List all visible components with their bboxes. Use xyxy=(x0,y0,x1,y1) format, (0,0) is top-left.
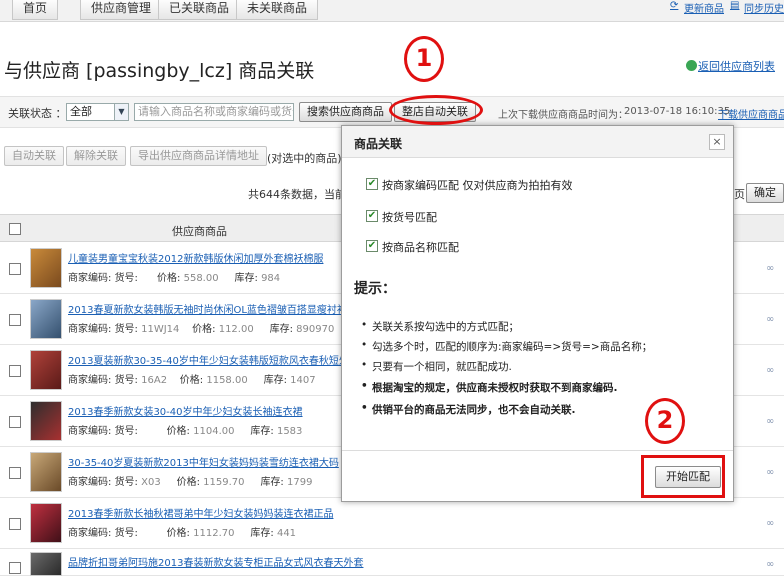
last-download-label: 上次下载供应商商品时间为： xyxy=(498,110,628,121)
status-label: 关联状态 ： xyxy=(8,107,67,120)
page-suffix: 页 xyxy=(734,188,745,201)
select-all-checkbox[interactable] xyxy=(9,223,21,235)
selected-note: (对选中的商品) xyxy=(267,152,342,165)
annotation-oval xyxy=(389,95,483,125)
link-icon[interactable]: ∞ xyxy=(766,559,774,570)
product-title-link[interactable]: 品牌折扣哥弟阿玛施2013春装新款女装专柜正品女式风衣春天外套 xyxy=(68,554,363,569)
row-checkbox[interactable] xyxy=(9,263,21,275)
product-thumbnail[interactable] xyxy=(30,503,62,543)
product-thumbnail[interactable] xyxy=(30,299,62,339)
row-checkbox[interactable] xyxy=(9,365,21,377)
row-checkbox[interactable] xyxy=(9,467,21,479)
tip-item: 根据淘宝的规定，供应商未授权时获取不到商家编码. xyxy=(361,380,617,395)
product-meta: 商家编码: 货号: 价格: 1112.70 库存: 441 xyxy=(68,528,297,539)
product-title-link[interactable]: 2013春季新款长袖秋裙哥弟中年少妇女装妈妈装连衣裙正品 xyxy=(68,505,333,520)
row-checkbox[interactable] xyxy=(9,314,21,326)
product-title-link[interactable]: 2013夏装新款30-35-40岁中年少妇女装韩版短款风衣春秋短外套 xyxy=(68,352,359,367)
tab-linked-products[interactable]: 已关联商品 xyxy=(158,0,241,20)
table-row: 2013春季新款长袖秋裙哥弟中年少妇女装妈妈装连衣裙正品 商家编码: 货号: 价… xyxy=(0,498,784,549)
product-thumbnail[interactable] xyxy=(30,552,62,576)
annotation-number-1: 1 xyxy=(404,36,444,82)
match-by-sku-checkbox[interactable]: ✔ xyxy=(366,210,378,222)
search-supplier-products-button[interactable]: 搜索供应商商品 xyxy=(299,102,392,122)
dialog-divider xyxy=(342,450,733,451)
page-title: 与供应商 [passingby_lcz] 商品关联 xyxy=(4,60,315,82)
table-row: 品牌折扣哥弟阿玛施2013春装新款女装专柜正品女式风衣春天外套 ∞ xyxy=(0,549,784,576)
product-thumbnail[interactable] xyxy=(30,452,62,492)
product-title-link[interactable]: 儿童装男童宝宝秋装2012新款韩版休闲加厚外套棉袄棉服 xyxy=(68,250,323,265)
tip-item: 只要有一个相同，就匹配成功. xyxy=(361,359,512,374)
row-checkbox[interactable] xyxy=(9,416,21,428)
update-products-link[interactable]: 更新商品 xyxy=(684,0,724,15)
link-icon[interactable]: ∞ xyxy=(766,518,774,529)
link-icon[interactable]: ∞ xyxy=(766,467,774,478)
product-link-dialog: 商品关联 × ✔ 按商家编码匹配 仅对供应商为拍拍有效 ✔ 按货号匹配 ✔ 按商… xyxy=(341,125,734,502)
product-thumbnail[interactable] xyxy=(30,401,62,441)
product-title-link[interactable]: 2013春夏新款女装韩版无袖时尚休闲OL蓝色褶皱百搭显瘦衬衫 xyxy=(68,301,347,316)
match-by-sku-label: 按货号匹配 xyxy=(382,211,437,224)
product-meta: 商家编码: 货号: 价格: 1104.00 库存: 1583 xyxy=(68,426,303,437)
product-meta: 商家编码: 货号: 16A2 价格: 1158.00 库存: 1407 xyxy=(68,375,316,386)
link-icon[interactable]: ∞ xyxy=(766,365,774,376)
row-checkbox[interactable] xyxy=(9,562,21,574)
tip-item: 勾选多个时，匹配的顺序为:商家编码=>货号=>商品名称； xyxy=(361,339,652,354)
top-nav: 首页 供应商管理 已关联商品 未关联商品 ⟳ 更新商品 ▤ 同步历史 xyxy=(0,0,784,22)
status-select[interactable]: 全部 ▼ xyxy=(66,103,129,121)
tip-item: 供销平台的商品无法同步，也不会自动关联. xyxy=(361,402,575,417)
row-checkbox[interactable] xyxy=(9,518,21,530)
link-icon[interactable]: ∞ xyxy=(766,263,774,274)
tab-unlinked-products[interactable]: 未关联商品 xyxy=(236,0,319,20)
dialog-header: 商品关联 × xyxy=(342,126,733,158)
link-icon[interactable]: ∞ xyxy=(766,314,774,325)
auto-link-button[interactable]: 自动关联 xyxy=(4,146,64,166)
tips-title: 提示： xyxy=(354,281,396,297)
match-by-code-label: 按商家编码匹配 仅对供应商为拍拍有效 xyxy=(382,179,573,192)
export-details-button[interactable]: 导出供应商商品详情地址 xyxy=(130,146,267,166)
product-meta: 商家编码: 货号: 11WJ14 价格: 112.00 库存: 890970 xyxy=(68,324,335,335)
refresh-icon: ⟳ xyxy=(670,0,679,11)
product-title-link[interactable]: 2013春季新款女装30-40岁中年少妇女装长袖连衣裙 xyxy=(68,403,303,418)
product-meta: 商家编码: 货号: 价格: 558.00 库存: 984 xyxy=(68,273,281,284)
chevron-down-icon: ▼ xyxy=(114,104,128,120)
tab-home[interactable]: 首页 xyxy=(12,0,59,20)
match-by-name-label: 按商品名称匹配 xyxy=(382,241,459,254)
match-by-code-checkbox[interactable]: ✔ xyxy=(366,178,378,190)
tab-supplier-management[interactable]: 供应商管理 xyxy=(80,0,163,20)
match-by-name-checkbox[interactable]: ✔ xyxy=(366,240,378,252)
download-products-link[interactable]: 下载供应商商品 xyxy=(718,106,784,121)
product-thumbnail[interactable] xyxy=(30,248,62,288)
search-input[interactable]: 请输入商品名称或商家编码或货号 xyxy=(134,103,294,121)
link-icon[interactable]: ∞ xyxy=(766,416,774,427)
annotation-number-2: 2 xyxy=(645,398,685,444)
product-thumbnail[interactable] xyxy=(30,350,62,390)
tip-item: 关联关系按勾选中的方式匹配； xyxy=(361,319,519,334)
unlink-button[interactable]: 解除关联 xyxy=(66,146,126,166)
dialog-title: 商品关联 xyxy=(354,137,403,151)
confirm-page-button[interactable]: 确定 xyxy=(746,183,784,203)
product-meta: 商家编码: 货号: X03 价格: 1159.70 库存: 1799 xyxy=(68,477,313,488)
annotation-rectangle xyxy=(641,455,725,498)
document-icon: ▤ xyxy=(730,0,740,11)
back-to-suppliers-link[interactable]: 返回供应商列表 xyxy=(698,58,775,74)
sync-history-link[interactable]: 同步历史 xyxy=(744,0,784,15)
close-icon[interactable]: × xyxy=(709,134,725,150)
last-download-time: 2013-07-18 16:10:35 xyxy=(624,106,731,117)
back-arrow-icon xyxy=(686,60,697,71)
header-supplier-product: 供应商商品 xyxy=(172,225,227,238)
product-title-link[interactable]: 30-35-40岁夏装新款2013中年妇女装妈妈装雪纺连衣裙大码 xyxy=(68,454,339,469)
